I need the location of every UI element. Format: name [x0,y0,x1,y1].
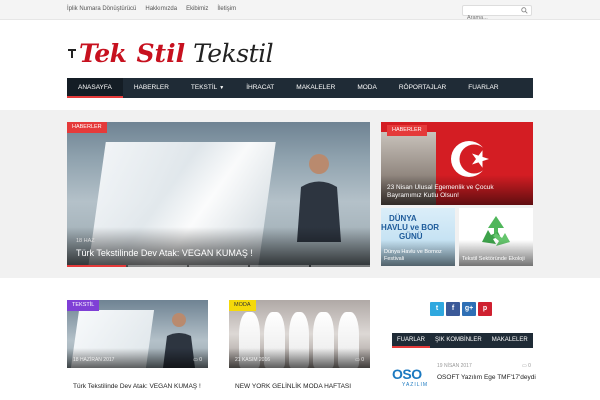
card-category-badge[interactable]: MODA [229,300,256,311]
card-comments[interactable]: ▭ 0 [355,357,364,363]
social-buttons: t f g+ p [430,302,492,316]
top-link-contact[interactable]: İletişim [217,6,236,12]
card-title-1[interactable]: Türk Tekstilinde Dev Atak: VEGAN KUMAŞ ! [73,383,201,390]
top-links: İplik Numara Dönüştürücü Hakkımızda Ekib… [67,6,236,12]
side-featured-post[interactable]: HABERLER 23 Nisan Ulusal Egemenlik ve Ço… [381,122,533,205]
nav-item-fashion[interactable]: MODA [346,78,388,98]
post-card-1[interactable]: TEKSTİL 18 HAZİRAN 2017 ▭ 0 [67,300,208,368]
slider-dot[interactable] [311,265,370,267]
googleplus-icon: g+ [464,305,474,312]
search-icon[interactable] [521,7,528,14]
nav-item-textile-label: TEKSTİL [190,84,218,91]
top-link-yarn-converter[interactable]: İplik Numara Dönüştürücü [67,6,136,12]
top-bar: İplik Numara Dönüştürücü Hakkımızda Ekib… [0,0,600,23]
hero-date: 18 HAZ [76,238,95,244]
pinterest-icon: p [482,305,488,312]
card-date: 21 KASIM 2016 [235,357,271,363]
side-featured-title[interactable]: 23 Nisan Ulusal Egemenlik ve Çocuk Bayra… [387,184,527,200]
side-category-badge[interactable]: HABERLER [387,125,427,136]
hero-title[interactable]: Türk Tekstilinde Dev Atak: VEGAN KUMAŞ ! [76,248,253,258]
hero-slide[interactable]: HABERLER 18 HAZ Türk Tekstilinde Dev Ata… [67,122,370,267]
tab-outfits[interactable]: ŞIK KOMBİNLER [430,333,487,348]
tab-fairs[interactable]: FUARLAR [392,333,431,348]
twitter-icon: t [435,305,439,312]
widget-item-comments[interactable]: ▭ 0 [522,363,531,369]
logo-part-stil: Stil [136,38,186,68]
card-comment-count: 0 [199,357,202,363]
nav-item-home[interactable]: ANASAYFA [67,78,123,98]
facebook-button[interactable]: f [446,302,460,316]
post-card-2[interactable]: MODA 21 KASIM 2016 ▭ 0 [229,300,370,368]
card-title-2[interactable]: NEW YORK GELİNLİK MODA HAFTASI [235,383,351,390]
top-link-about[interactable]: Hakkımızda [145,6,177,12]
banner-line-1: DÜNYA [389,214,417,223]
hero-category-badge[interactable]: HABERLER [67,122,107,133]
needle-icon [68,49,76,58]
card-comments[interactable]: ▭ 0 [193,357,202,363]
nav-item-export[interactable]: İHRACAT [235,78,285,98]
widget-item-title[interactable]: OSOFT Yazılım Ege TMF'17'deydi [437,374,536,381]
side-small-caption-1[interactable]: Dünya Havlu ve Bornoz Festivali [384,249,455,263]
widget-item-thumb[interactable]: OSO YAZILIM [392,362,430,392]
osoft-logo-sub: YAZILIM [402,382,429,388]
slider-dot[interactable] [128,265,187,267]
top-link-team[interactable]: Ekibimiz [186,6,208,12]
tab-articles[interactable]: MAKALELER [487,333,533,348]
twitter-button[interactable]: t [430,302,444,316]
card-comment-count: 0 [361,357,364,363]
logo-part-tek: Tek [79,38,127,68]
main-nav: ANASAYFA HABERLER TEKSTİL ▼ İHRACAT MAKAL… [67,78,533,98]
googleplus-button[interactable]: g+ [462,302,476,316]
card-date: 18 HAZİRAN 2017 [73,357,115,363]
side-small-caption-2[interactable]: Tekstil Sektöründe Ekoloji [462,256,525,263]
banner-line-2: HAVLU ve BOR [381,223,440,232]
slider-dot[interactable] [67,265,126,267]
slider-dot[interactable] [250,265,309,267]
side-small-post-2[interactable]: Tekstil Sektöründe Ekoloji [459,208,533,266]
logo-part-tekstil: Tekstil [193,38,274,68]
widget-item-date: 19 NİSAN 2017 [437,363,472,369]
osoft-logo: OSO [392,366,422,382]
nav-item-textile[interactable]: TEKSTİL ▼ [180,78,235,98]
nav-item-articles[interactable]: MAKALELER [285,78,346,98]
nav-item-news[interactable]: HABERLER [123,78,180,98]
search-box [462,5,532,23]
slider-indicators [67,265,370,267]
card-category-badge[interactable]: TEKSTİL [67,300,100,311]
widget-tabs: FUARLAR ŞIK KOMBİNLER MAKALELER [392,333,533,348]
site-logo[interactable]: Tek Stil Tekstil [67,33,274,73]
facebook-icon: f [451,305,455,312]
pinterest-button[interactable]: p [478,302,492,316]
hero-shade [67,227,370,267]
chevron-down-icon: ▼ [219,85,225,91]
search-input[interactable] [463,13,517,23]
side-small-post-1[interactable]: DÜNYA HAVLU ve BOR GÜNÜ Dünya Havlu ve B… [381,208,455,266]
nav-item-interviews[interactable]: RÖPORTAJLAR [388,78,457,98]
widget-comment-count: 0 [528,363,531,369]
slider-dot[interactable] [189,265,248,267]
nav-item-fairs[interactable]: FUARLAR [457,78,509,98]
